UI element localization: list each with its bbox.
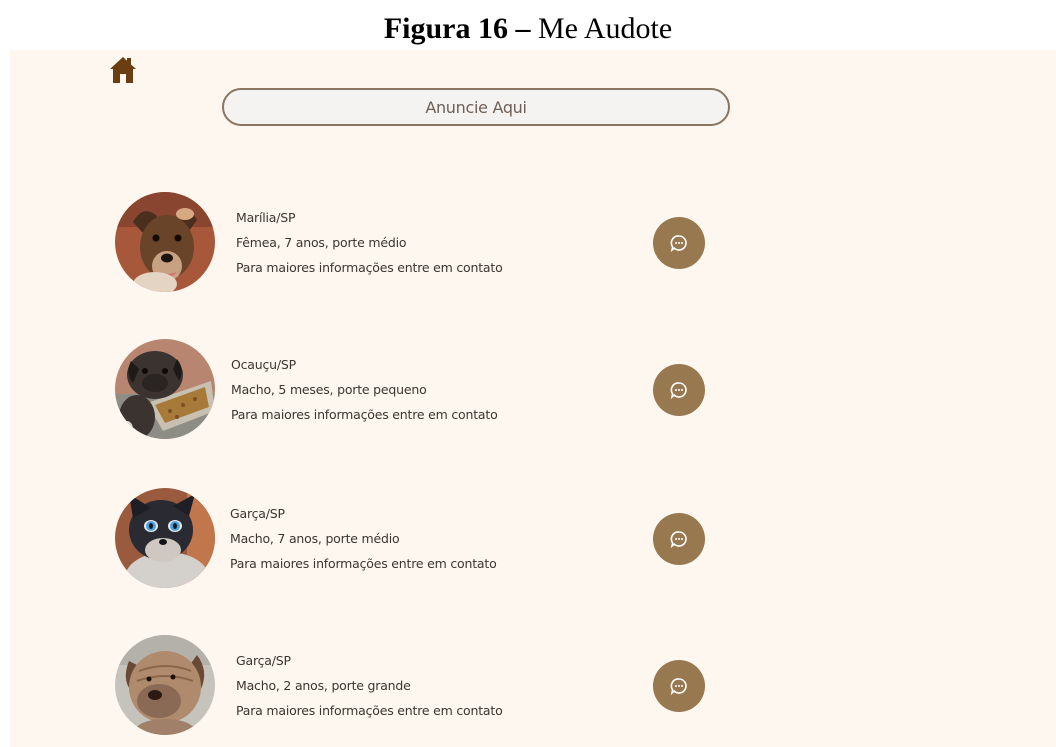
chat-button[interactable]	[653, 217, 705, 269]
listing-info: Ocauçu/SP Macho, 5 meses, porte pequeno …	[231, 355, 498, 430]
listing-contact: Para maiores informações entre em contat…	[231, 407, 498, 422]
pet-photo-dog[interactable]	[115, 635, 215, 735]
listing-item: Garça/SP Macho, 7 anos, porte médio Para…	[115, 488, 715, 592]
app-screen: Anuncie Aqui Marília/SP Fêmea, 7 anos, p…	[10, 50, 1056, 747]
listing-item: Ocauçu/SP Macho, 5 meses, porte pequeno …	[115, 339, 715, 443]
pet-photo-dog[interactable]	[115, 192, 215, 292]
figure-caption: Figura 16 – Me Audote	[0, 12, 1056, 46]
listing-info: Garça/SP Macho, 2 anos, porte grande Par…	[236, 651, 503, 726]
listing-info: Marília/SP Fêmea, 7 anos, porte médio Pa…	[236, 208, 503, 283]
chat-button[interactable]	[653, 660, 705, 712]
listing-contact: Para maiores informações entre em contat…	[230, 556, 497, 571]
listing-contact: Para maiores informações entre em contat…	[236, 260, 503, 275]
listing-info: Garça/SP Macho, 7 anos, porte médio Para…	[230, 504, 497, 579]
listing-location: Garça/SP	[230, 506, 285, 521]
listing-details: Macho, 2 anos, porte grande	[236, 678, 411, 693]
chat-button[interactable]	[653, 513, 705, 565]
pet-photo-cat[interactable]	[115, 488, 215, 588]
figure-caption-lead: Figura 16 –	[383, 12, 531, 45]
chat-button[interactable]	[653, 364, 705, 416]
listing-details: Macho, 7 anos, porte médio	[230, 531, 400, 546]
home-icon[interactable]	[108, 55, 138, 85]
listing-item: Marília/SP Fêmea, 7 anos, porte médio Pa…	[115, 192, 715, 296]
chat-bubble-icon	[670, 382, 687, 400]
figure-caption-title: Me Audote	[538, 12, 673, 45]
listing-details: Fêmea, 7 anos, porte médio	[236, 235, 407, 250]
chat-bubble-icon	[670, 235, 687, 253]
listing-item: Garça/SP Macho, 2 anos, porte grande Par…	[115, 635, 715, 739]
listing-location: Marília/SP	[236, 210, 296, 225]
chat-bubble-icon	[670, 531, 687, 549]
listing-location: Garça/SP	[236, 653, 291, 668]
pet-photo-dog[interactable]	[115, 339, 215, 439]
listing-details: Macho, 5 meses, porte pequeno	[231, 382, 427, 397]
announce-button[interactable]: Anuncie Aqui	[222, 88, 730, 126]
listing-contact: Para maiores informações entre em contat…	[236, 703, 503, 718]
listing-location: Ocauçu/SP	[231, 357, 296, 372]
chat-bubble-icon	[670, 678, 687, 696]
